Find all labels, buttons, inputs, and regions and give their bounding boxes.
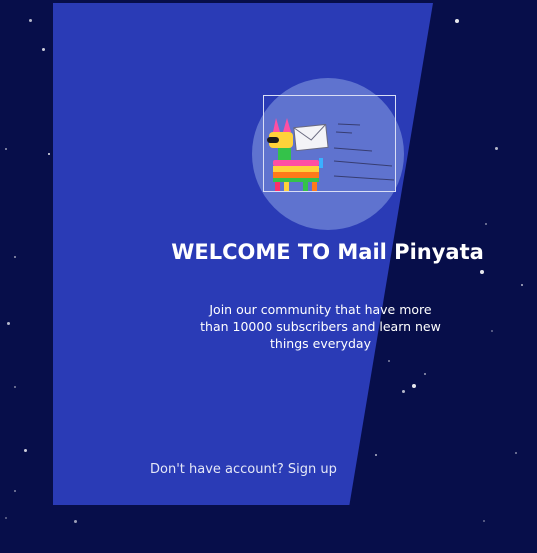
pinata-mail-icon — [267, 118, 395, 191]
pinata-mail-logo — [263, 95, 396, 192]
welcome-subtitle: Join our community that have more than 1… — [200, 302, 441, 351]
signup-prompt-text: Don't have account? — [150, 462, 284, 477]
welcome-title: WELCOME TO Mail Pinyata — [171, 240, 484, 264]
signup-prompt: Don't have account? Sign up — [150, 462, 337, 477]
signup-link[interactable]: Sign up — [288, 462, 337, 477]
